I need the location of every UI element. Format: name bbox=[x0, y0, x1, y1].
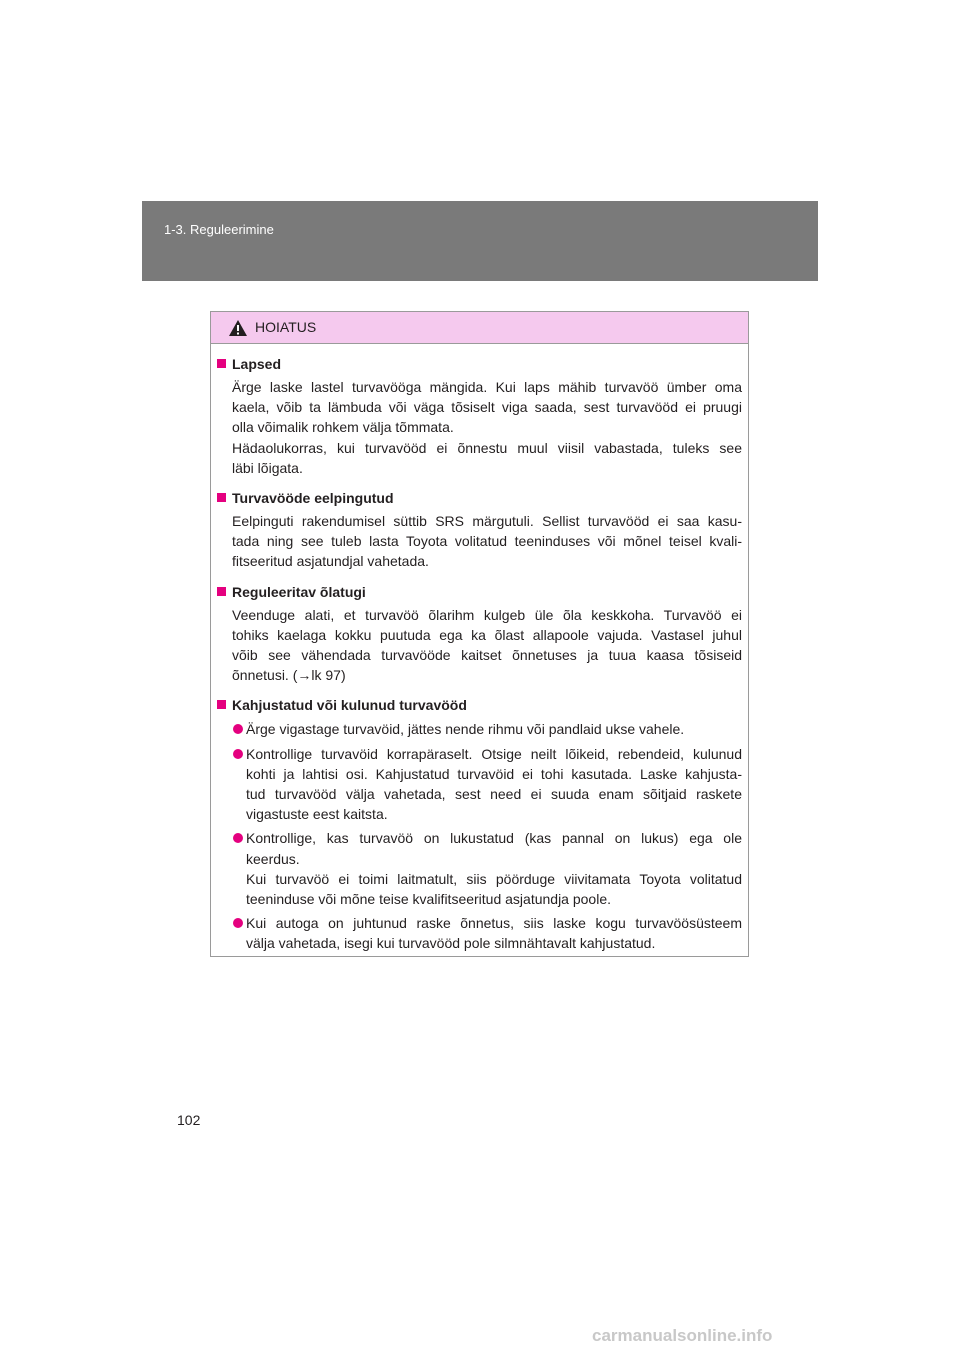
dot-bullet-icon bbox=[233, 748, 243, 759]
section-eelpingutud: Turvavööde eelpingutud Eelpinguti rakend… bbox=[217, 488, 742, 572]
page-number: 102 bbox=[177, 1112, 201, 1128]
text-line: Hädaolukorras, kui turvavööd ei õnnestu … bbox=[232, 439, 742, 456]
square-bullet-icon bbox=[217, 586, 226, 596]
list-item: Kontrollige, kas turvavöö on lukustatud … bbox=[217, 828, 742, 909]
dot-bullet-icon bbox=[233, 833, 243, 844]
square-bullet-icon bbox=[217, 700, 226, 710]
warning-body: Lapsed Ärge laske lastel turvavööga mäng… bbox=[211, 344, 748, 954]
paragraph: Veenduge alati, et turvavöö õlarihm kulg… bbox=[217, 605, 742, 686]
text-line: teeninduse või mõne teise kvalifitseerit… bbox=[246, 891, 612, 908]
list-item: Kui autoga on juhtunud raske õnnetus, si… bbox=[217, 913, 742, 953]
text-line: välja vahetada, isegi kui turvavööd pole… bbox=[246, 935, 656, 952]
text-line: keerdus. bbox=[246, 850, 300, 867]
text-line: Kui autoga on juhtunud raske õnnetus, si… bbox=[246, 915, 742, 932]
paragraph: Ärge laske lastel turvavööga mängida. Ku… bbox=[217, 377, 742, 478]
heading-text: Reguleeritav õlatugi bbox=[232, 583, 366, 600]
section-heading: Lapsed bbox=[217, 354, 742, 374]
section-olatugi: Reguleeritav õlatugi Veenduge alati, et … bbox=[217, 582, 742, 686]
text-line: õnnetusi. (→lk 97) bbox=[232, 667, 346, 684]
text-line: vigastuste eest kaitsta. bbox=[246, 806, 388, 823]
list-item: Kontrollige turvavöid korrapäraselt. Ots… bbox=[217, 744, 742, 825]
section-heading: Turvavööde eelpingutud bbox=[217, 488, 742, 508]
text-line: Eelpinguti rakendumisel süttib SRS märgu… bbox=[232, 513, 742, 530]
text-line: Kui turvavöö ei toimi laitmatult, siis p… bbox=[246, 870, 742, 887]
section-header-band: 1-3. Reguleerimine bbox=[142, 201, 818, 281]
square-bullet-icon bbox=[217, 493, 226, 503]
list-item: Ärge vigastage turvavöid, jättes nende r… bbox=[217, 719, 742, 739]
text-line: kaela, võib ta lämbuda või väga tõsiselt… bbox=[232, 399, 742, 416]
dot-bullet-icon bbox=[233, 918, 243, 929]
section-label: 1-3. Reguleerimine bbox=[164, 222, 274, 237]
text-line: tud turvavööd välja vahetada, sest need … bbox=[246, 786, 742, 803]
text-line: kohti ja lahtisi osi. Kahjustatud turvav… bbox=[246, 765, 742, 782]
text-line: fitseeritud asjatundjal vahetada. bbox=[232, 553, 429, 570]
watermark: carmanualsonline.info bbox=[592, 1326, 773, 1345]
text-line: Kontrollige, kas turvavöö on lukustatud … bbox=[246, 830, 742, 847]
text-line: tohiks kaelaga kokku puutuda ega ka õlas… bbox=[232, 626, 742, 643]
text-line: Ärge laske lastel turvavööga mängida. Ku… bbox=[232, 379, 742, 395]
dot-bullet-icon bbox=[233, 724, 243, 735]
text-line: võib see vähendada turvavööde kaitset õn… bbox=[232, 647, 742, 664]
warning-title: HOIATUS bbox=[255, 319, 317, 335]
heading-text: Lapsed bbox=[232, 356, 282, 372]
text-line: Ärge vigastage turvavöid, jättes nende r… bbox=[246, 721, 685, 738]
section-lapsed: Lapsed Ärge laske lastel turvavööga mäng… bbox=[217, 354, 742, 478]
warning-box: HOIATUS Lapsed Ärge laske lastel turvavö… bbox=[210, 311, 749, 957]
text-line: läbi lõigata. bbox=[232, 459, 303, 476]
text-line: Veenduge alati, et turvavöö õlarihm kulg… bbox=[232, 606, 742, 623]
text-line: Kontrollige turvavöid korrapäraselt. Ots… bbox=[246, 745, 742, 762]
section-kahjustatud: Kahjustatud või kulunud turvavööd Ärge v… bbox=[217, 695, 742, 953]
warning-triangle-icon bbox=[229, 320, 247, 336]
square-bullet-icon bbox=[217, 359, 226, 368]
warning-header: HOIATUS bbox=[211, 312, 748, 344]
heading-text: Kahjustatud või kulunud turvavööd bbox=[232, 697, 467, 714]
paragraph: Eelpinguti rakendumisel süttib SRS märgu… bbox=[217, 511, 742, 572]
text-line: tada ning see tuleb lasta Toyota volitat… bbox=[232, 533, 742, 550]
section-heading: Reguleeritav õlatugi bbox=[217, 582, 742, 602]
text-line: olla võimalik rohkem välja tõmmata. bbox=[232, 419, 454, 436]
section-heading: Kahjustatud või kulunud turvavööd bbox=[217, 695, 742, 715]
heading-text: Turvavööde eelpingutud bbox=[232, 490, 394, 507]
